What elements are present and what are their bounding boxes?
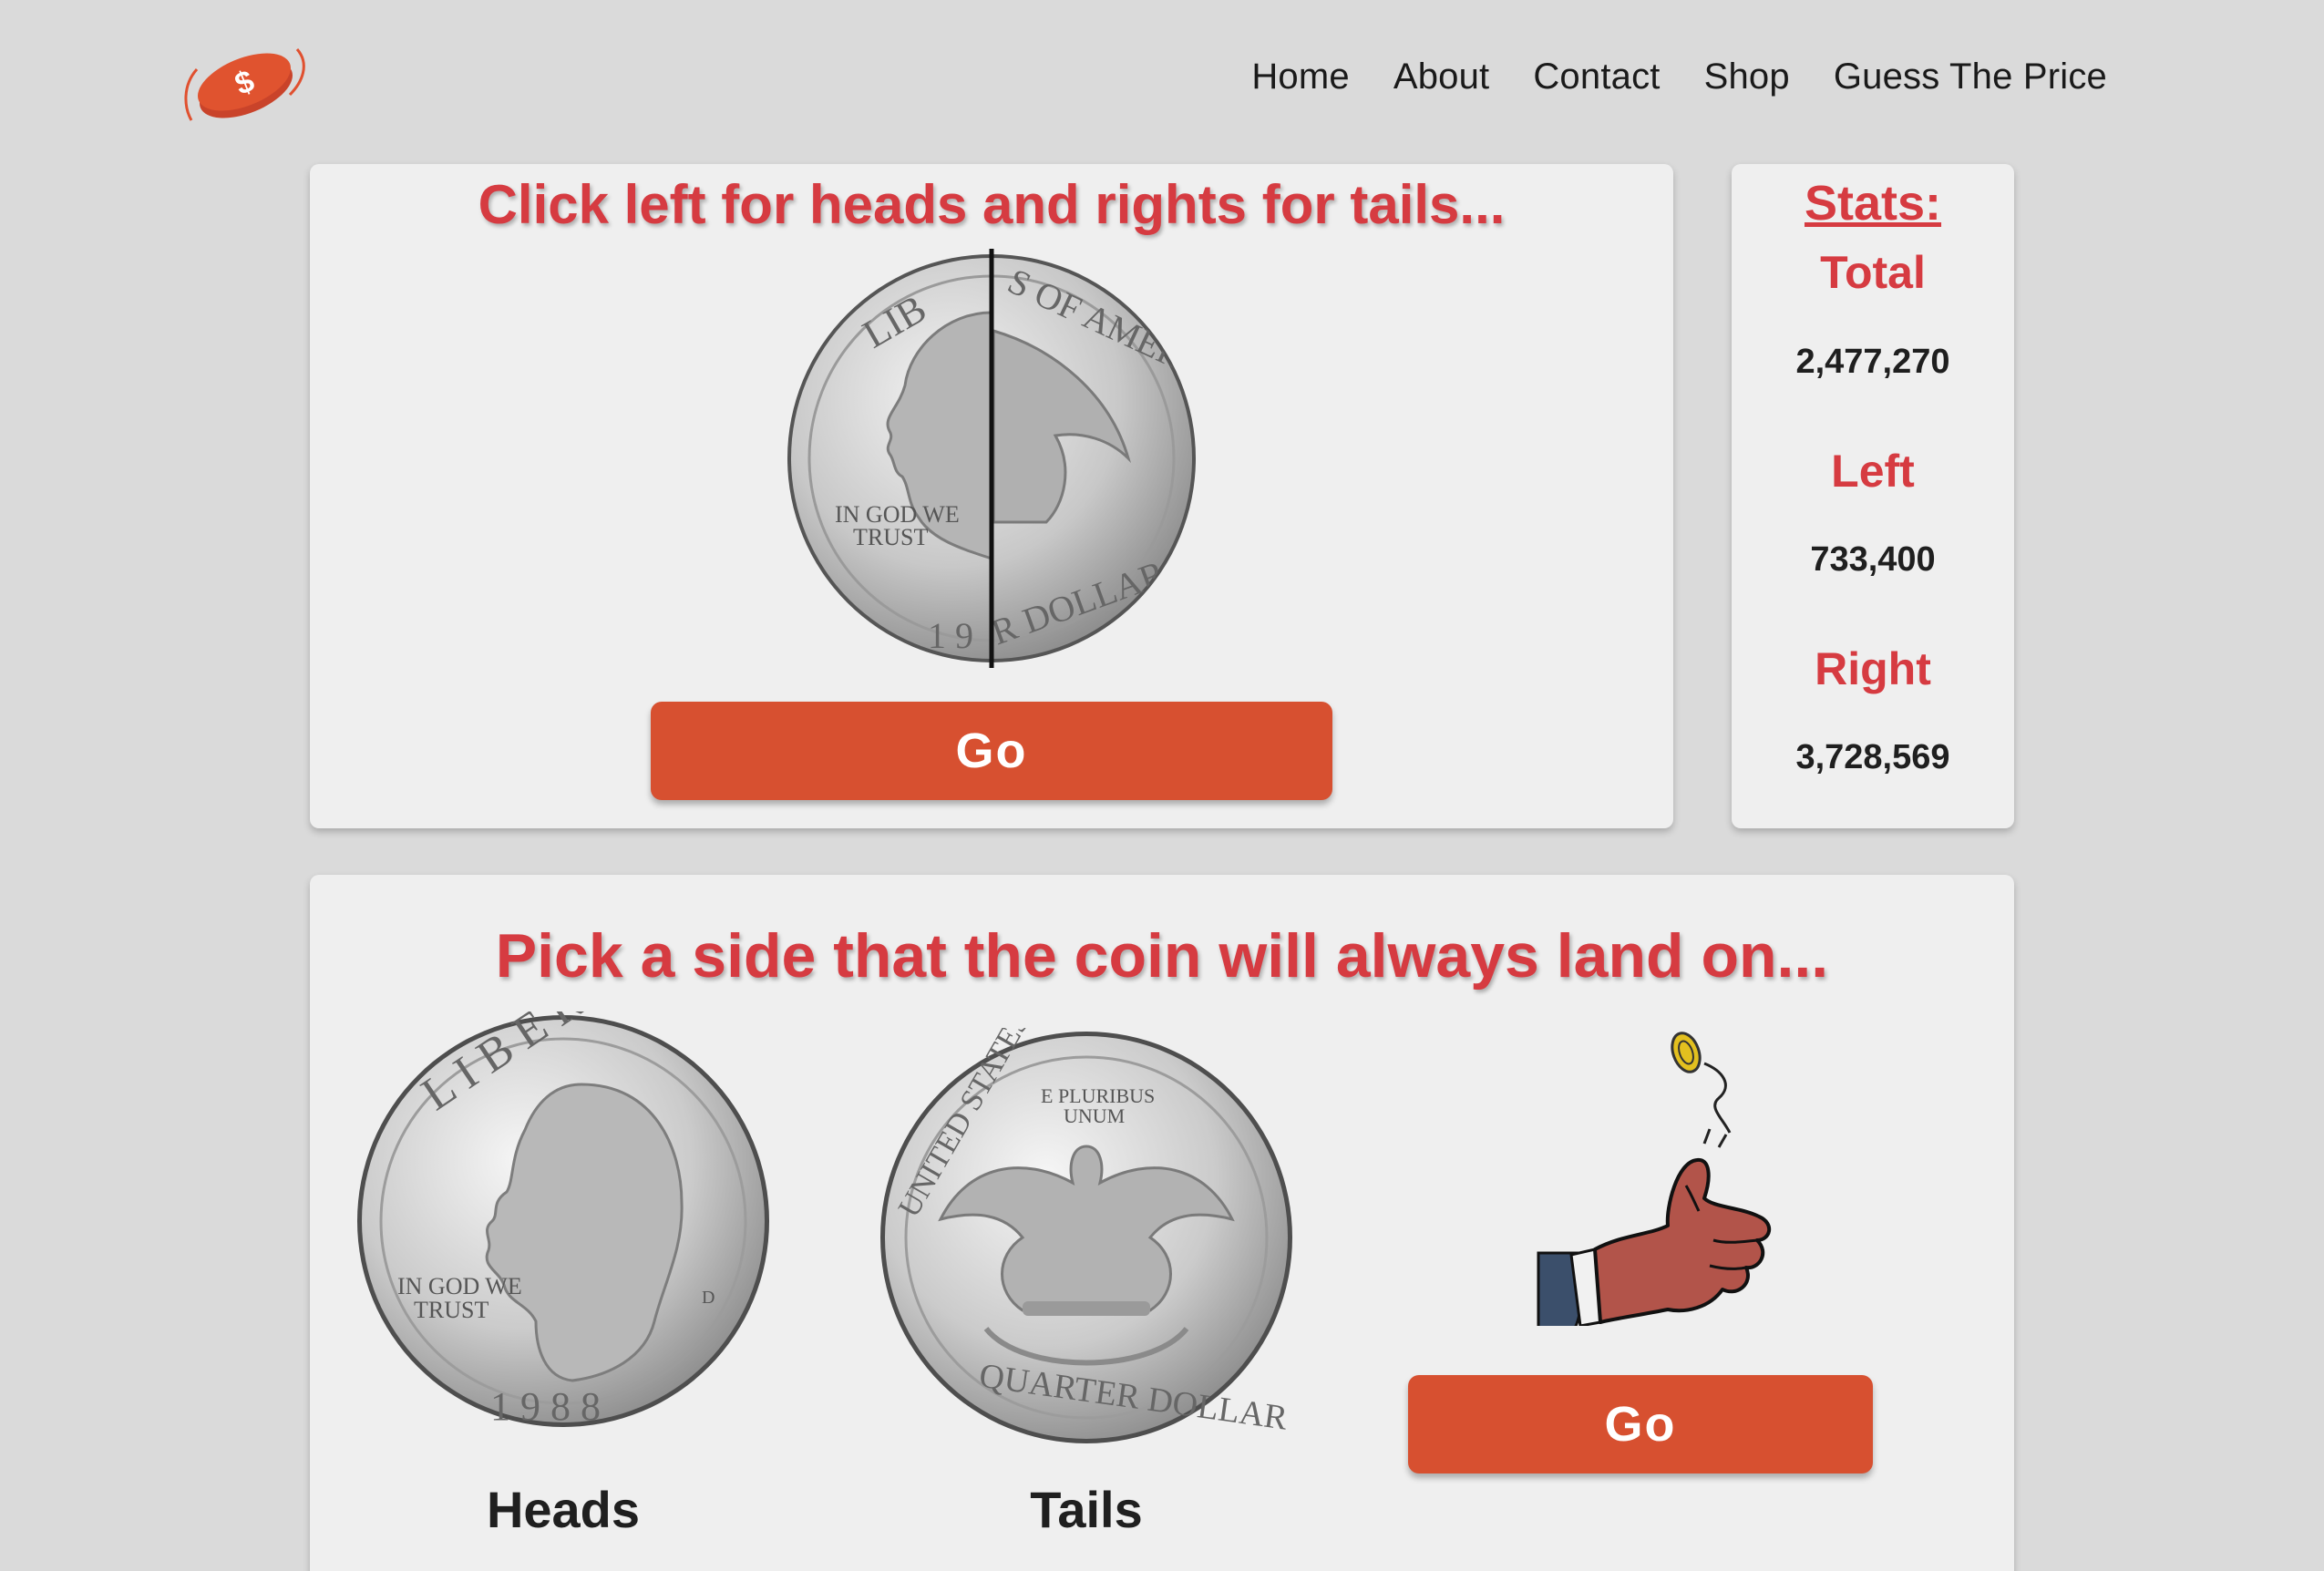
tails-coin-icon[interactable]: UNITED STATES OF AMERICA E PLURIBUS UNUM… — [877, 1028, 1296, 1447]
pick-side-game-card: Pick a side that the coin will always la… — [310, 875, 2014, 1571]
pick-go-button[interactable]: Go — [1408, 1375, 1873, 1473]
svg-text:1 9: 1 9 — [928, 615, 973, 656]
nav-contact[interactable]: Contact — [1533, 56, 1660, 98]
nav-guess-the-price[interactable]: Guess The Price — [1834, 56, 2107, 98]
main-nav: Home About Contact Shop Guess The Price — [1251, 56, 2107, 98]
page: $ Home About Contact Shop Guess The Pric… — [0, 0, 2324, 1571]
stat-left-label: Left — [1831, 446, 1915, 497]
svg-text:TRUST: TRUST — [853, 524, 928, 550]
split-quarter-coin-icon[interactable]: IN GOD WE TRUST LIB 1 9 S OF AMERICA R D… — [782, 249, 1201, 668]
svg-text:IN GOD WE: IN GOD WE — [397, 1273, 522, 1299]
heads-coin-icon[interactable]: L I B E R T Y IN GOD WE TRUST 1 9 8 8 D — [354, 1011, 773, 1431]
svg-text:TRUST: TRUST — [414, 1297, 488, 1323]
svg-text:1 9 8 8: 1 9 8 8 — [490, 1384, 601, 1429]
coin-flip-hand-icon — [1537, 1032, 1771, 1326]
nav-shop[interactable]: Shop — [1704, 56, 1790, 98]
stat-right-label: Right — [1815, 643, 1931, 694]
svg-text:D: D — [702, 1288, 715, 1308]
stats-title: Stats: — [1804, 176, 1942, 231]
stat-total-label: Total — [1820, 247, 1926, 298]
split-game-heading: Click left for heads and rights for tail… — [478, 174, 1506, 235]
pick-game-heading: Pick a side that the coin will always la… — [495, 921, 1829, 991]
stat-left-value: 733,400 — [1810, 540, 1936, 579]
coin-dollar-logo-icon[interactable]: $ — [180, 42, 310, 131]
stat-right-value: 3,728,569 — [1795, 738, 1950, 776]
stat-total-value: 2,477,270 — [1795, 343, 1950, 381]
nav-home[interactable]: Home — [1251, 56, 1350, 98]
nav-about[interactable]: About — [1393, 56, 1490, 98]
svg-text:UNUM: UNUM — [1064, 1104, 1125, 1127]
split-go-button[interactable]: Go — [651, 702, 1332, 800]
heads-caption: Heads — [486, 1481, 641, 1538]
stats-card: Stats: Total 2,477,270 Left 733,400 Righ… — [1732, 164, 2014, 828]
tails-caption: Tails — [1030, 1481, 1143, 1538]
split-coin-game-card: Click left for heads and rights for tail… — [310, 164, 1673, 828]
